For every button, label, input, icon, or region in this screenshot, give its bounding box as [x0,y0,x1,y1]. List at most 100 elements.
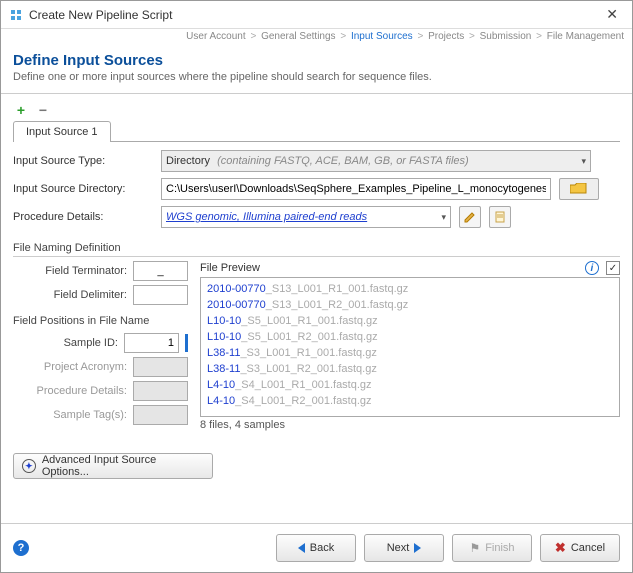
filename-rest: _S3_L001_R2_001.fastq.gz [240,363,376,375]
filename-rest: _S4_L001_R2_001.fastq.gz [235,395,371,407]
tabstrip: Input Source 1 [13,120,620,142]
cancel-icon: ✖ [555,540,566,556]
file-preview-line[interactable]: L38-11_S3_L001_R1_001.fastq.gz [207,346,613,362]
filename-rest: _S13_L001_R1_001.fastq.gz [266,283,409,295]
label-input-source-directory: Input Source Directory: [13,183,153,195]
label-project-acronym: Project Acronym: [13,361,127,373]
app-icon [9,8,23,22]
info-icon[interactable]: i [585,261,599,275]
sample-id-input[interactable] [124,333,179,353]
body: + − Input Source 1 Input Source Type: Di… [1,94,632,523]
help-icon[interactable]: ? [13,540,29,556]
file-naming-controls: Field Terminator: Field Delimiter: Field… [13,261,188,431]
sample-id-marker [185,334,188,352]
browse-button[interactable] [559,178,599,200]
pencil-icon [464,211,476,223]
sample-id-part: 2010-00770 [207,283,266,295]
input-source-directory-field[interactable] [161,178,551,200]
tab-toolbar: + − [13,102,620,118]
gear-icon: ✦ [22,459,36,473]
file-preview-title: File Preview [200,262,260,274]
manage-procedure-button[interactable] [489,206,511,228]
label-field-delimiter: Field Delimiter: [13,289,127,301]
select-value: Directory [166,155,210,167]
label-sample-id: Sample ID: [13,337,118,349]
breadcrumb-item[interactable]: Projects [428,31,464,42]
file-preview-line[interactable]: 2010-00770_S13_L001_R2_001.fastq.gz [207,298,613,314]
label-field-terminator: Field Terminator: [13,265,127,277]
breadcrumb-item[interactable]: General Settings [261,31,336,42]
advanced-options-button[interactable]: ✦ Advanced Input Source Options... [13,453,213,479]
document-icon [494,211,506,223]
file-preview-line[interactable]: L38-11_S3_L001_R2_001.fastq.gz [207,362,613,378]
add-tab-icon[interactable]: + [13,102,29,118]
chevron-right-icon: > [536,31,542,42]
chevron-down-icon: ▾ [441,212,446,223]
close-icon[interactable]: ✕ [600,4,624,25]
filename-rest: _S5_L001_R2_001.fastq.gz [241,331,377,343]
field-delimiter-input[interactable] [133,285,188,305]
procedure-details-pos-input[interactable] [133,381,188,401]
tab-label: Input Source 1 [26,126,98,138]
advanced-options-label: Advanced Input Source Options... [42,454,204,478]
project-acronym-input[interactable] [133,357,188,377]
file-preview-line[interactable]: L10-10_S5_L001_R2_001.fastq.gz [207,330,613,346]
sample-id-part: L38-11 [207,347,240,359]
select-all-checkbox[interactable]: ✓ [606,261,620,275]
file-preview-panel: File Preview i ✓ 2010-00770_S13_L001_R1_… [200,261,620,431]
chevron-right-icon: > [417,31,423,42]
sample-tags-input[interactable] [133,405,188,425]
finish-label: Finish [485,542,514,554]
form-area: Input Source Type: Directory (containing… [13,142,620,479]
arrow-right-icon [414,543,421,553]
page-subtitle: Define one or more input sources where t… [13,71,620,83]
sample-id-part: L4-10 [207,395,235,407]
cancel-button[interactable]: ✖ Cancel [540,534,620,562]
arrow-left-icon [298,543,305,553]
label-input-source-type: Input Source Type: [13,155,153,167]
filename-rest: _S3_L001_R1_001.fastq.gz [240,347,376,359]
chevron-right-icon: > [340,31,346,42]
label-procedure-details: Procedure Details: [13,211,153,223]
filename-rest: _S13_L001_R2_001.fastq.gz [266,299,409,311]
label-procedure-details-pos: Procedure Details: [13,385,127,397]
sample-id-part: L4-10 [207,379,235,391]
flag-icon: ⚑ [469,541,480,555]
breadcrumb-item[interactable]: Submission [480,31,532,42]
file-preview-line[interactable]: L10-10_S5_L001_R1_001.fastq.gz [207,314,613,330]
breadcrumb-item[interactable]: File Management [547,31,624,42]
sample-id-part: L38-11 [207,363,240,375]
next-label: Next [387,542,410,554]
chevron-right-icon: > [469,31,475,42]
window-title: Create New Pipeline Script [29,8,600,22]
select-hint: (containing FASTQ, ACE, BAM, GB, or FAST… [217,155,469,167]
footer: ? Back Next ⚑ Finish ✖ Cancel [1,523,632,572]
tab-input-source-1[interactable]: Input Source 1 [13,121,111,142]
sample-id-part: 2010-00770 [207,299,266,311]
breadcrumb-item-active[interactable]: Input Sources [351,31,413,42]
field-terminator-input[interactable] [133,261,188,281]
wizard-buttons: Back Next ⚑ Finish ✖ Cancel [276,534,620,562]
breadcrumb-item[interactable]: User Account [186,31,245,42]
next-button[interactable]: Next [364,534,444,562]
cancel-label: Cancel [571,542,605,554]
dialog: Create New Pipeline Script ✕ User Accoun… [0,0,633,573]
procedure-details-select[interactable]: WGS genomic, Illumina paired-end reads ▾ [161,206,451,228]
titlebar: Create New Pipeline Script ✕ [1,1,632,29]
subhead-field-positions: Field Positions in File Name [13,315,188,327]
label-sample-tags: Sample Tag(s): [13,409,127,421]
input-source-type-select[interactable]: Directory (containing FASTQ, ACE, BAM, G… [161,150,591,172]
back-button[interactable]: Back [276,534,356,562]
remove-tab-icon[interactable]: − [35,102,51,118]
page-title: Define Input Sources [13,52,620,69]
back-label: Back [310,542,334,554]
edit-procedure-button[interactable] [459,206,481,228]
sample-id-part: L10-10 [207,331,241,343]
file-preview-line[interactable]: L4-10_S4_L001_R1_001.fastq.gz [207,378,613,394]
file-preview-list[interactable]: 2010-00770_S13_L001_R1_001.fastq.gz2010-… [200,277,620,417]
chevron-right-icon: > [250,31,256,42]
file-preview-line[interactable]: 2010-00770_S13_L001_R1_001.fastq.gz [207,282,613,298]
file-preview-line[interactable]: L4-10_S4_L001_R2_001.fastq.gz [207,394,613,410]
sample-id-part: L10-10 [207,315,241,327]
page-header: Define Input Sources Define one or more … [1,44,632,94]
